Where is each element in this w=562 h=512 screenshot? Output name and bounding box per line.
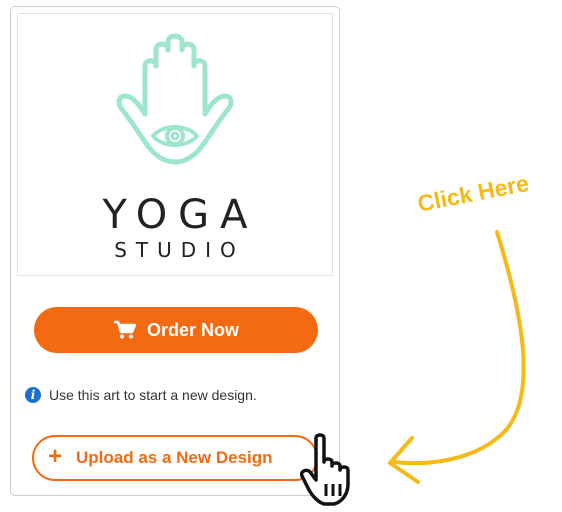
- order-now-label: Order Now: [146, 319, 239, 340]
- design-preview[interactable]: YOGA STUDIO: [17, 13, 333, 276]
- plus-icon: +: [48, 443, 63, 470]
- info-icon: i: [25, 387, 41, 403]
- hamsa-hand-logo: [116, 33, 234, 165]
- hand-pointer-icon: [300, 433, 350, 506]
- logo-subtitle: STUDIO: [114, 238, 245, 262]
- upload-label: Upload as a New Design: [76, 448, 273, 467]
- design-card: YOGA STUDIO Order Now i Use this art to …: [10, 6, 340, 496]
- order-now-button[interactable]: Order Now: [34, 307, 318, 353]
- info-text: Use this art to start a new design.: [49, 387, 257, 403]
- logo-title: YOGA: [102, 192, 259, 238]
- click-here-callout: Click Here: [415, 169, 531, 217]
- info-message: i Use this art to start a new design.: [25, 387, 257, 403]
- cart-icon: [113, 320, 137, 340]
- upload-new-design-button[interactable]: + Upload as a New Design: [32, 435, 318, 481]
